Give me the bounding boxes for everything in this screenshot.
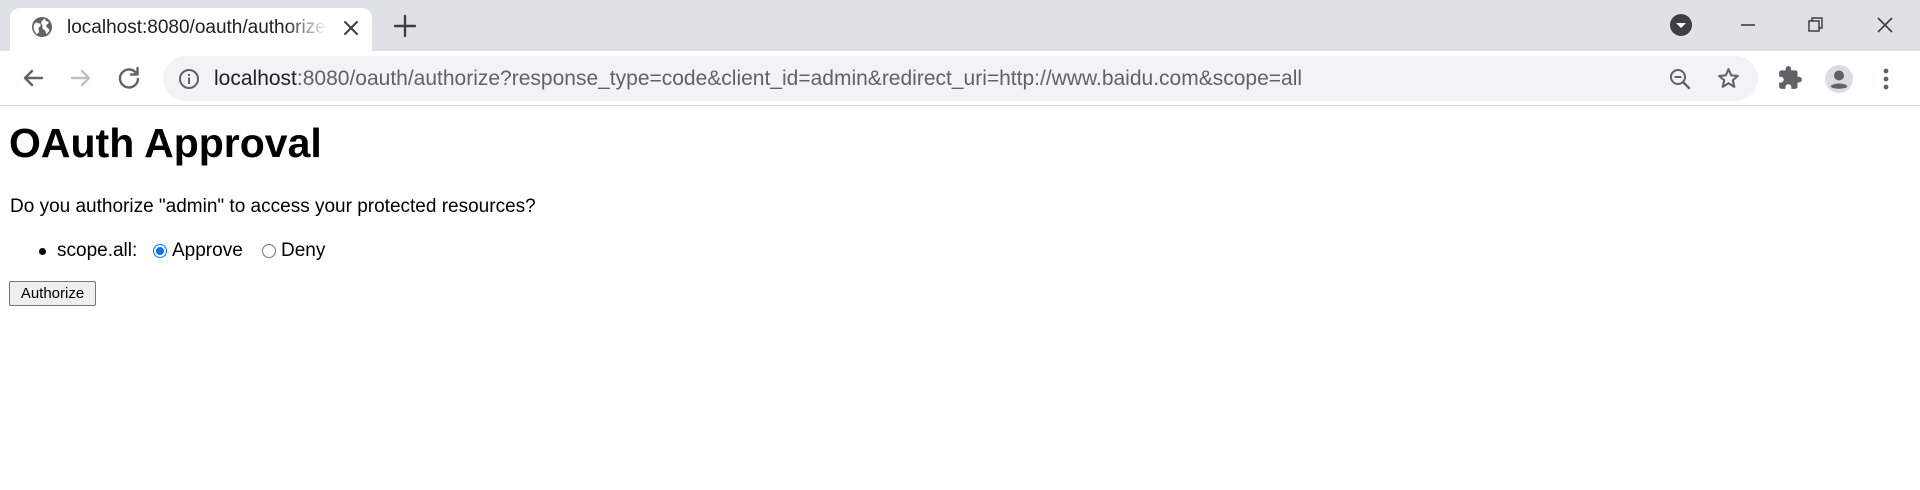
arrow-left-icon[interactable] bbox=[18, 63, 48, 93]
address-bar[interactable]: localhost:8080/oauth/authorize?response_… bbox=[163, 56, 1758, 101]
star-icon[interactable] bbox=[1716, 66, 1741, 91]
page-content: OAuth Approval Do you authorize "admin" … bbox=[0, 107, 1920, 490]
close-window-icon[interactable] bbox=[1868, 8, 1902, 42]
url-host: localhost bbox=[214, 67, 297, 90]
deny-radio[interactable] bbox=[262, 244, 276, 258]
avatar-icon[interactable] bbox=[1824, 64, 1854, 94]
tab-search-icon[interactable] bbox=[1664, 8, 1698, 42]
plus-icon[interactable] bbox=[392, 13, 418, 39]
authorization-question: Do you authorize "admin" to access your … bbox=[10, 196, 536, 217]
reload-icon[interactable] bbox=[114, 63, 144, 93]
zoom-out-icon[interactable] bbox=[1668, 67, 1692, 91]
close-icon[interactable] bbox=[340, 17, 362, 39]
url-path: :8080/oauth/authorize?response_type=code… bbox=[296, 67, 1303, 90]
url-text[interactable]: localhost:8080/oauth/authorize?response_… bbox=[214, 67, 1302, 91]
page-title: OAuth Approval bbox=[9, 120, 322, 166]
puzzle-icon[interactable] bbox=[1777, 65, 1803, 91]
deny-label[interactable]: Deny bbox=[281, 239, 325, 263]
browser-toolbar: localhost:8080/oauth/authorize?response_… bbox=[0, 51, 1920, 106]
minimize-icon[interactable] bbox=[1731, 8, 1765, 42]
tab-strip: localhost:8080/oauth/authorize?response_… bbox=[0, 0, 1920, 51]
more-vert-icon[interactable] bbox=[1876, 64, 1896, 94]
restore-icon[interactable] bbox=[1798, 8, 1832, 42]
approve-radio[interactable] bbox=[153, 244, 167, 258]
list-bullet bbox=[39, 248, 46, 255]
info-icon[interactable] bbox=[177, 67, 201, 91]
globe-icon bbox=[30, 15, 54, 39]
arrow-right-icon[interactable] bbox=[66, 63, 96, 93]
authorize-button[interactable]: Authorize bbox=[9, 281, 96, 306]
scope-label: scope.all: bbox=[57, 240, 138, 261]
tab-title: localhost:8080/oauth/authorize?response_… bbox=[67, 17, 327, 38]
approve-label[interactable]: Approve bbox=[172, 239, 243, 263]
browser-tab[interactable]: localhost:8080/oauth/authorize?response_… bbox=[10, 8, 372, 51]
